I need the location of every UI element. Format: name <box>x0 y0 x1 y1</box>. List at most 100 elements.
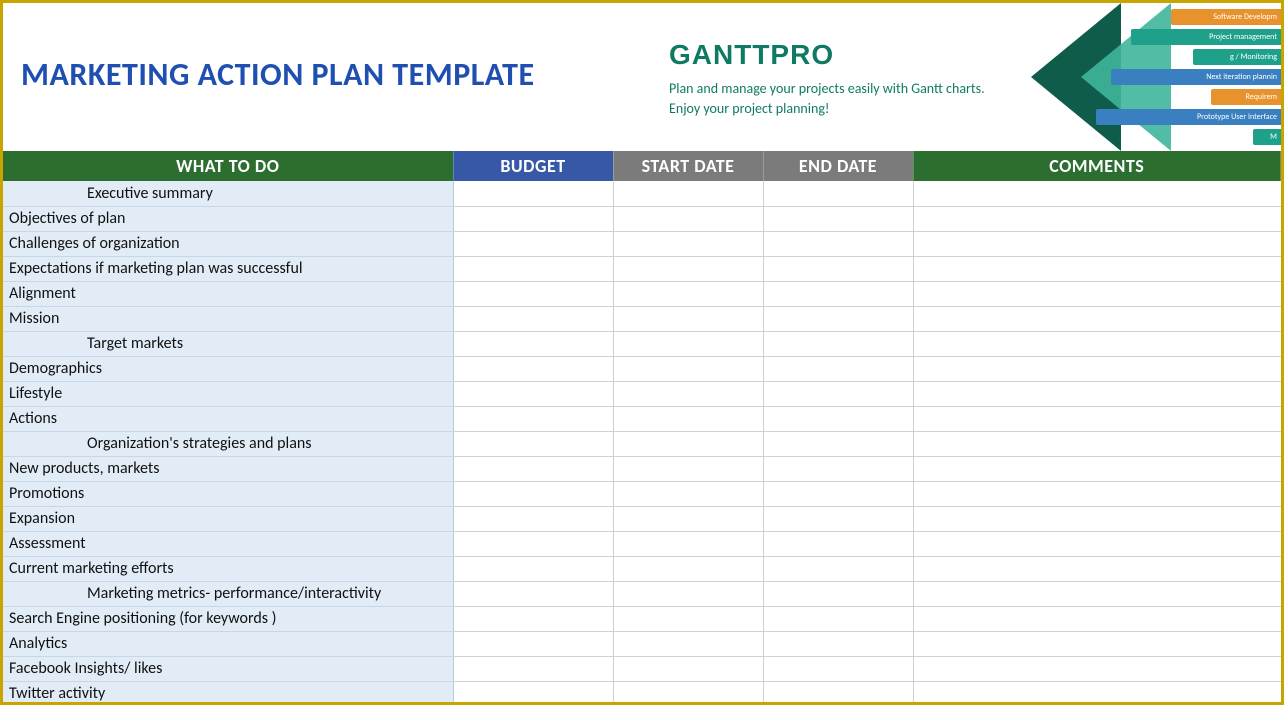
cell-budget[interactable] <box>453 256 613 281</box>
cell-start[interactable] <box>613 456 763 481</box>
row-label[interactable]: Analytics <box>3 631 453 656</box>
cell-budget[interactable] <box>453 206 613 231</box>
cell-end[interactable] <box>763 281 913 306</box>
cell-start[interactable] <box>613 331 763 356</box>
row-label[interactable]: Objectives of plan <box>3 206 453 231</box>
cell-start[interactable] <box>613 181 763 206</box>
row-label[interactable]: Organization's strategies and plans <box>3 431 453 456</box>
row-label[interactable]: Expectations if marketing plan was succe… <box>3 256 453 281</box>
cell-comments[interactable] <box>913 506 1281 531</box>
cell-comments[interactable] <box>913 256 1281 281</box>
cell-comments[interactable] <box>913 406 1281 431</box>
row-label[interactable]: New products, markets <box>3 456 453 481</box>
cell-end[interactable] <box>763 306 913 331</box>
cell-comments[interactable] <box>913 356 1281 381</box>
cell-budget[interactable] <box>453 556 613 581</box>
cell-comments[interactable] <box>913 531 1281 556</box>
cell-end[interactable] <box>763 356 913 381</box>
cell-budget[interactable] <box>453 231 613 256</box>
cell-end[interactable] <box>763 231 913 256</box>
row-label[interactable]: Actions <box>3 406 453 431</box>
cell-end[interactable] <box>763 181 913 206</box>
cell-end[interactable] <box>763 531 913 556</box>
row-label[interactable]: Current marketing efforts <box>3 556 453 581</box>
cell-start[interactable] <box>613 556 763 581</box>
cell-end[interactable] <box>763 656 913 681</box>
cell-comments[interactable] <box>913 556 1281 581</box>
cell-start[interactable] <box>613 356 763 381</box>
cell-comments[interactable] <box>913 231 1281 256</box>
cell-budget[interactable] <box>453 356 613 381</box>
cell-comments[interactable] <box>913 481 1281 506</box>
cell-start[interactable] <box>613 631 763 656</box>
cell-end[interactable] <box>763 331 913 356</box>
cell-comments[interactable] <box>913 381 1281 406</box>
row-label[interactable]: Marketing metrics- performance/interacti… <box>3 581 453 606</box>
cell-comments[interactable] <box>913 456 1281 481</box>
cell-end[interactable] <box>763 581 913 606</box>
row-label[interactable]: Promotions <box>3 481 453 506</box>
row-label[interactable]: Challenges of organization <box>3 231 453 256</box>
cell-start[interactable] <box>613 231 763 256</box>
cell-comments[interactable] <box>913 656 1281 681</box>
cell-budget[interactable] <box>453 281 613 306</box>
cell-start[interactable] <box>613 656 763 681</box>
cell-start[interactable] <box>613 206 763 231</box>
cell-start[interactable] <box>613 681 763 705</box>
row-label[interactable]: Alignment <box>3 281 453 306</box>
cell-comments[interactable] <box>913 631 1281 656</box>
cell-budget[interactable] <box>453 681 613 705</box>
cell-end[interactable] <box>763 681 913 705</box>
cell-start[interactable] <box>613 281 763 306</box>
row-label[interactable]: Target markets <box>3 331 453 356</box>
cell-start[interactable] <box>613 481 763 506</box>
cell-budget[interactable] <box>453 181 613 206</box>
row-label[interactable]: Expansion <box>3 506 453 531</box>
row-label[interactable]: Search Engine positioning (for keywords … <box>3 606 453 631</box>
cell-comments[interactable] <box>913 331 1281 356</box>
row-label[interactable]: Demographics <box>3 356 453 381</box>
cell-end[interactable] <box>763 506 913 531</box>
cell-budget[interactable] <box>453 531 613 556</box>
cell-end[interactable] <box>763 406 913 431</box>
cell-end[interactable] <box>763 456 913 481</box>
cell-budget[interactable] <box>453 456 613 481</box>
cell-budget[interactable] <box>453 381 613 406</box>
row-label[interactable]: Executive summary <box>3 181 453 206</box>
row-label[interactable]: Mission <box>3 306 453 331</box>
cell-budget[interactable] <box>453 506 613 531</box>
cell-budget[interactable] <box>453 481 613 506</box>
cell-comments[interactable] <box>913 606 1281 631</box>
cell-start[interactable] <box>613 406 763 431</box>
cell-end[interactable] <box>763 631 913 656</box>
cell-start[interactable] <box>613 381 763 406</box>
cell-comments[interactable] <box>913 306 1281 331</box>
cell-budget[interactable] <box>453 581 613 606</box>
cell-budget[interactable] <box>453 306 613 331</box>
cell-end[interactable] <box>763 556 913 581</box>
cell-end[interactable] <box>763 256 913 281</box>
cell-comments[interactable] <box>913 181 1281 206</box>
cell-budget[interactable] <box>453 656 613 681</box>
cell-start[interactable] <box>613 581 763 606</box>
cell-start[interactable] <box>613 531 763 556</box>
cell-end[interactable] <box>763 381 913 406</box>
cell-comments[interactable] <box>913 206 1281 231</box>
cell-budget[interactable] <box>453 606 613 631</box>
cell-comments[interactable] <box>913 431 1281 456</box>
cell-end[interactable] <box>763 431 913 456</box>
cell-start[interactable] <box>613 306 763 331</box>
cell-start[interactable] <box>613 506 763 531</box>
cell-start[interactable] <box>613 256 763 281</box>
cell-budget[interactable] <box>453 431 613 456</box>
cell-end[interactable] <box>763 606 913 631</box>
cell-budget[interactable] <box>453 406 613 431</box>
cell-comments[interactable] <box>913 681 1281 705</box>
row-label[interactable]: Facebook Insights/ likes <box>3 656 453 681</box>
cell-budget[interactable] <box>453 331 613 356</box>
cell-end[interactable] <box>763 206 913 231</box>
cell-start[interactable] <box>613 431 763 456</box>
cell-end[interactable] <box>763 481 913 506</box>
cell-start[interactable] <box>613 606 763 631</box>
row-label[interactable]: Lifestyle <box>3 381 453 406</box>
